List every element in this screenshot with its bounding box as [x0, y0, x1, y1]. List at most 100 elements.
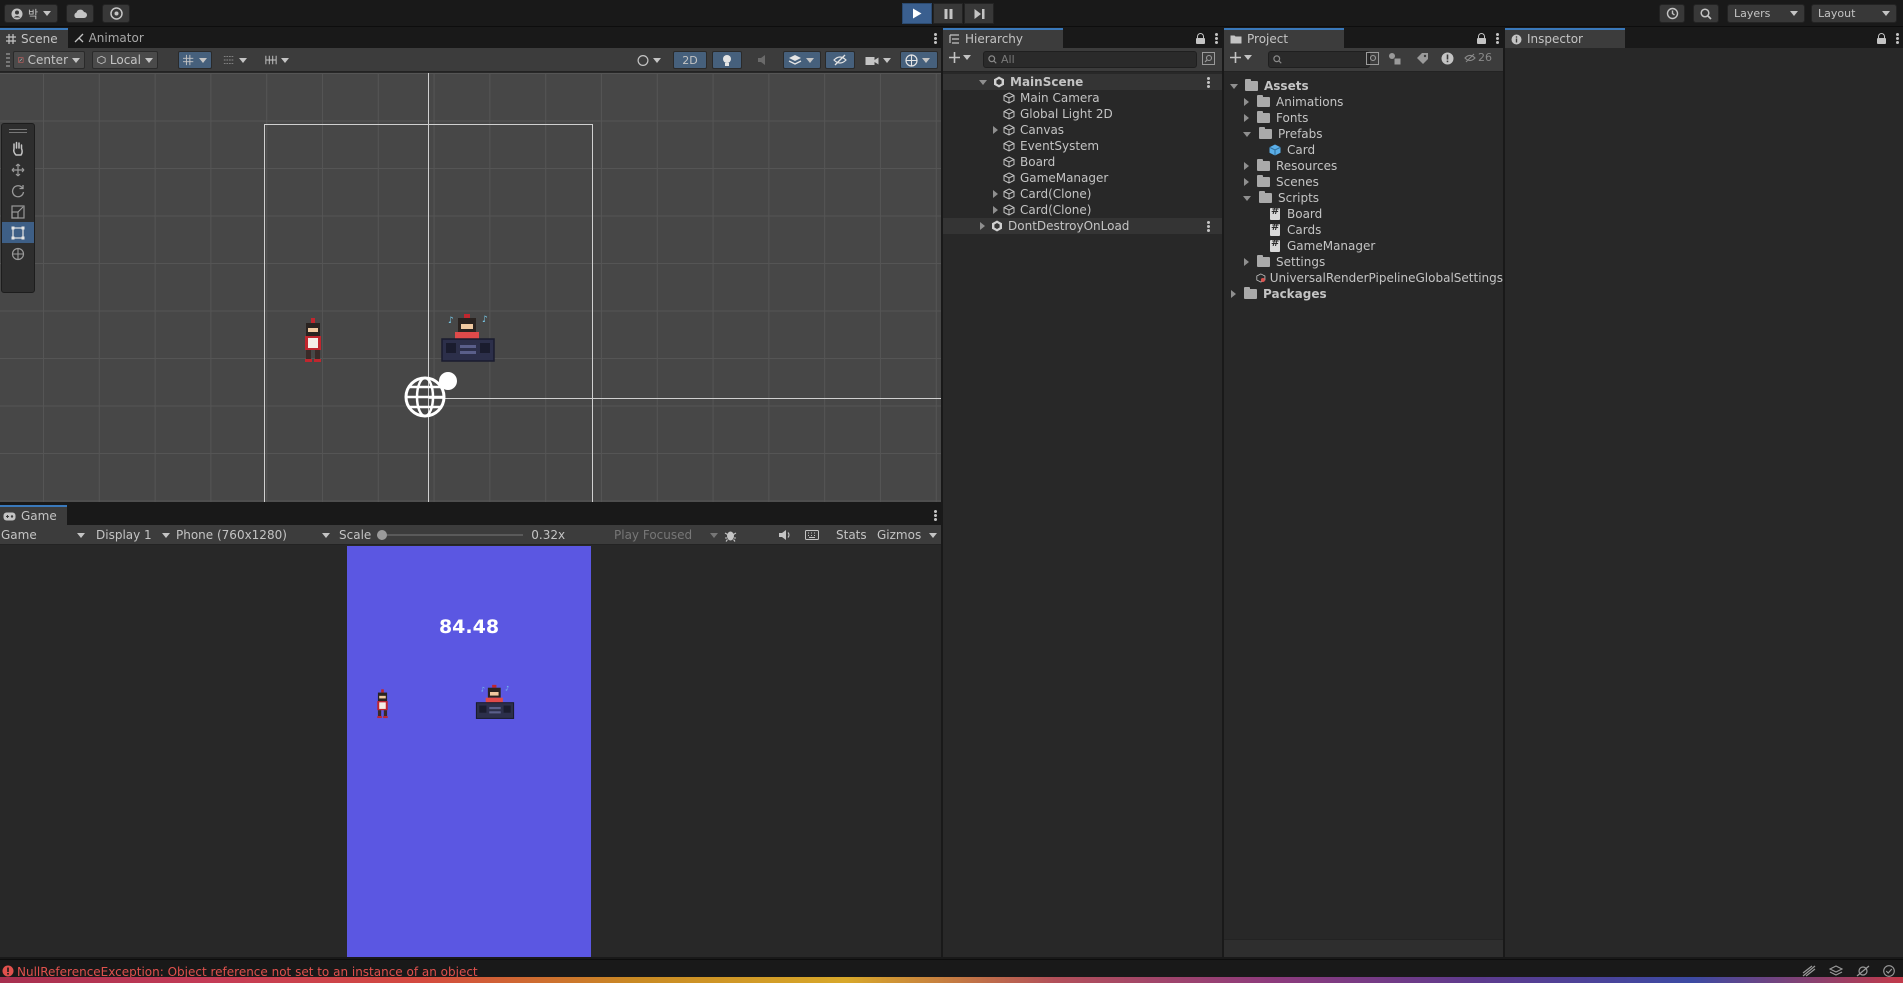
project-asset-card-prefab[interactable]: Card — [1224, 142, 1503, 158]
project-folder-resources[interactable]: Resources — [1224, 158, 1503, 174]
layers-dropdown[interactable]: Layers — [1727, 4, 1805, 23]
scale-slider[interactable] — [377, 529, 524, 541]
project-script-gamemanager[interactable]: GameManager — [1224, 238, 1503, 254]
knight-sprite[interactable] — [300, 318, 326, 363]
search-options-button[interactable] — [1202, 52, 1215, 68]
pivot-dropdown[interactable]: Center — [13, 51, 85, 69]
hierarchy-item-board[interactable]: Board — [943, 154, 1222, 170]
project-folder-settings[interactable]: Settings — [1224, 254, 1503, 270]
expand-arrow-icon[interactable] — [993, 206, 998, 214]
increment-snap-toggle[interactable] — [218, 51, 252, 69]
effects-dropdown[interactable] — [783, 51, 821, 69]
panel-divider[interactable] — [0, 502, 941, 505]
project-folder-scenes[interactable]: Scenes — [1224, 174, 1503, 190]
hierarchy-item-global-light-2d[interactable]: Global Light 2D — [943, 106, 1222, 122]
play-button[interactable] — [902, 3, 932, 24]
tab-inspector[interactable]: Inspector — [1505, 28, 1625, 48]
display-dropdown[interactable]: Display 1 — [96, 525, 170, 545]
expand-arrow-icon[interactable] — [980, 222, 985, 230]
dj-sprite[interactable]: ♪ ♪ — [440, 313, 496, 363]
light-gizmo-icon[interactable] — [403, 371, 459, 419]
expand-arrow-icon[interactable] — [1244, 98, 1249, 106]
layout-dropdown[interactable]: Layout — [1811, 4, 1897, 23]
account-dropdown[interactable]: 박 — [4, 4, 58, 23]
more-options-icon[interactable] — [934, 32, 937, 44]
collab-button[interactable] — [102, 4, 130, 23]
project-folder-scripts[interactable]: Scripts — [1224, 190, 1503, 206]
filter-by-label-button[interactable] — [1416, 52, 1429, 68]
check-circle-icon[interactable] — [1883, 965, 1895, 977]
history-button[interactable] — [1659, 4, 1685, 23]
camera-settings-dropdown[interactable] — [860, 51, 898, 69]
panel-divider[interactable] — [1222, 28, 1224, 957]
hierarchy-item-eventsystem[interactable]: EventSystem — [943, 138, 1222, 154]
expand-arrow-icon[interactable] — [993, 190, 998, 198]
scale-tool[interactable] — [2, 201, 34, 222]
lighting-toggle[interactable] — [712, 51, 742, 69]
panel-divider[interactable] — [941, 28, 943, 957]
space-dropdown[interactable]: Local — [92, 51, 158, 69]
scene-visibility-toggle[interactable] — [825, 51, 855, 69]
progress-activity-icon[interactable] — [1802, 965, 1816, 977]
expand-arrow-icon[interactable] — [1243, 131, 1251, 137]
scale-slider-thumb[interactable] — [377, 530, 388, 540]
expand-arrow-icon[interactable] — [993, 126, 998, 134]
more-options-icon[interactable] — [1496, 32, 1499, 44]
more-options-icon[interactable] — [1207, 77, 1210, 88]
audio-toggle[interactable] — [748, 51, 778, 69]
filter-by-type-button[interactable] — [1388, 52, 1401, 68]
hierarchy-search-input[interactable]: All — [983, 51, 1197, 68]
project-folder-fonts[interactable]: Fonts — [1224, 110, 1503, 126]
expand-arrow-icon[interactable] — [1243, 195, 1251, 201]
frame-debugger-button[interactable] — [724, 525, 737, 545]
grid-snap-toggle[interactable] — [178, 51, 212, 69]
snap-settings-dropdown[interactable] — [260, 51, 294, 69]
pause-button[interactable] — [933, 3, 963, 24]
project-folder-prefabs[interactable]: Prefabs — [1224, 126, 1503, 142]
rect-tool[interactable] — [2, 222, 34, 243]
play-focus-dropdown[interactable]: Play Focused — [614, 525, 718, 545]
search-button[interactable] — [1693, 4, 1719, 23]
expand-arrow-icon[interactable] — [1244, 258, 1249, 266]
project-script-cards[interactable]: Cards — [1224, 222, 1503, 238]
build-cache-icon[interactable] — [1829, 965, 1843, 977]
expand-arrow-icon[interactable] — [1230, 83, 1238, 89]
gizmos-dropdown[interactable]: Gizmos — [877, 525, 937, 545]
expand-arrow-icon[interactable] — [1244, 114, 1249, 122]
game-viewport[interactable]: 84.48 ♪ ♪ — [0, 546, 941, 957]
expand-arrow-icon[interactable] — [979, 79, 987, 85]
debug-mode-icon[interactable] — [1856, 965, 1870, 977]
rotate-tool[interactable] — [2, 180, 34, 201]
toggle-2d-button[interactable]: 2D — [673, 51, 707, 69]
game-screen[interactable]: 84.48 ♪ ♪ — [347, 546, 591, 957]
view-mode-dropdown[interactable]: Game — [1, 525, 85, 545]
shading-mode-dropdown[interactable] — [632, 51, 666, 69]
transform-tool[interactable] — [2, 243, 34, 264]
more-options-icon[interactable] — [1896, 32, 1899, 44]
panel-divider[interactable] — [1503, 28, 1505, 957]
mute-audio-button[interactable] — [778, 525, 791, 545]
tab-hierarchy[interactable]: Hierarchy — [943, 28, 1063, 48]
cloud-button[interactable] — [66, 4, 94, 23]
expand-arrow-icon[interactable] — [1231, 290, 1236, 298]
expand-arrow-icon[interactable] — [1244, 178, 1249, 186]
more-options-icon[interactable] — [1215, 32, 1218, 44]
project-asset-urp-global-settings[interactable]: UniversalRenderPipelineGlobalSettings — [1224, 270, 1503, 286]
project-folder-assets[interactable]: Assets — [1224, 78, 1503, 94]
gizmos-dropdown[interactable] — [900, 51, 938, 69]
move-tool[interactable] — [2, 159, 34, 180]
log-filter-button[interactable] — [1441, 52, 1454, 68]
tab-game[interactable]: Game — [0, 505, 67, 525]
hierarchy-item-main-camera[interactable]: Main Camera — [943, 90, 1222, 106]
hand-tool[interactable] — [2, 138, 34, 159]
hierarchy-item-mainscene[interactable]: MainScene — [943, 74, 1222, 90]
hierarchy-item-card-clone[interactable]: Card(Clone) — [943, 186, 1222, 202]
search-by-type-button[interactable] — [1366, 52, 1379, 68]
hierarchy-item-dontdestroyonload[interactable]: DontDestroyOnLoad — [943, 218, 1222, 234]
more-options-icon[interactable] — [1207, 221, 1210, 232]
project-folder-animations[interactable]: Animations — [1224, 94, 1503, 110]
project-script-board[interactable]: Board — [1224, 206, 1503, 222]
scene-viewport[interactable]: ♪ ♪ — [0, 73, 941, 502]
step-button[interactable] — [964, 3, 994, 24]
lock-icon[interactable] — [1877, 32, 1886, 44]
